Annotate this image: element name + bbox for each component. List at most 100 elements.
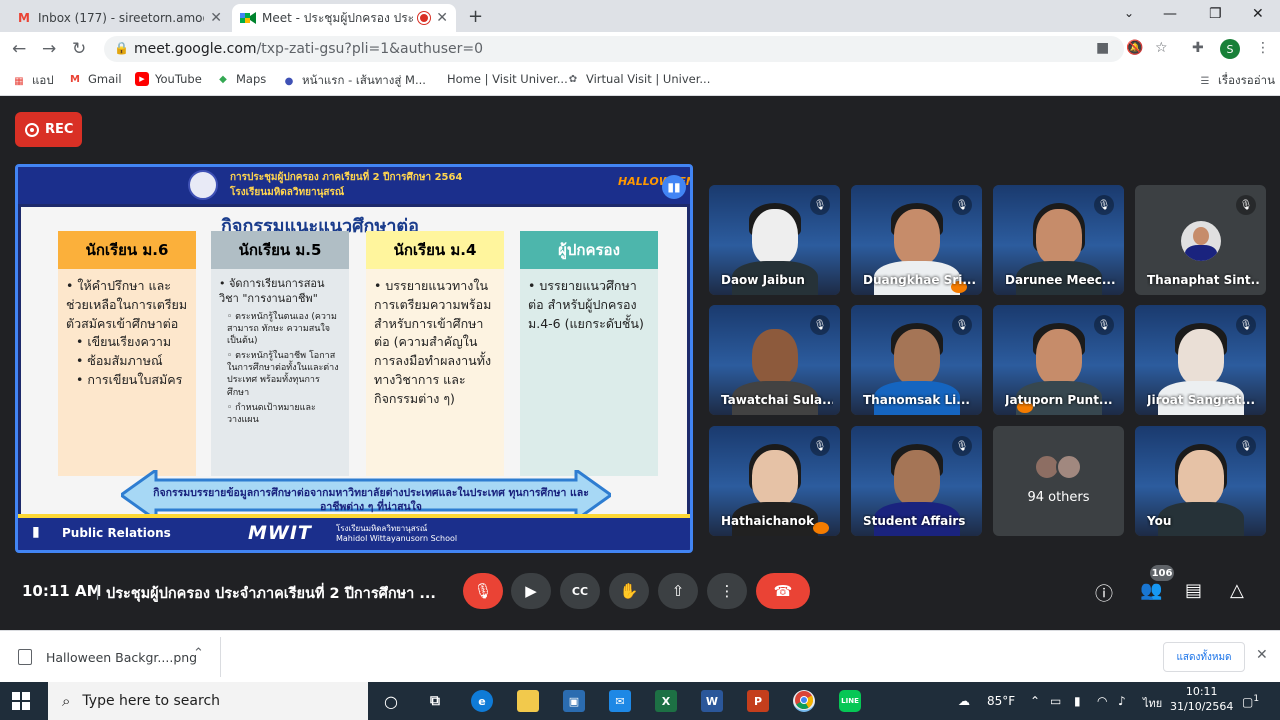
- chevron-up-icon[interactable]: ⌃: [1030, 694, 1040, 708]
- participant-tile[interactable]: 🎙 Darunee Meec...: [993, 185, 1124, 295]
- bullet: • การเขียนใบสมัคร: [76, 371, 183, 387]
- leave-call-button[interactable]: ☎: [756, 573, 810, 609]
- participant-tile[interactable]: 🎙 Daow Jaibun: [709, 185, 840, 295]
- restore-button[interactable]: ❐: [1209, 6, 1222, 22]
- weather-temp[interactable]: 85°F: [987, 694, 1015, 708]
- close-icon[interactable]: ✕: [1256, 647, 1268, 663]
- others-tile[interactable]: 94 others: [993, 426, 1124, 536]
- excel-icon[interactable]: X: [655, 690, 677, 712]
- bullet: • ให้คำปรึกษา และช่วยเหลือในการเตรียมตัว…: [66, 278, 188, 331]
- bookmark-visit-1[interactable]: Home | Visit Univer...: [447, 72, 568, 86]
- participant-tile[interactable]: 🎙 Thanaphat Sint...: [1135, 185, 1266, 295]
- taskbar-search[interactable]: ⌕ Type here to search: [48, 682, 368, 720]
- bookmark-label: หน้าแรก - เส้นทางสู่ M...: [302, 73, 426, 87]
- wifi-icon[interactable]: ◠: [1097, 694, 1107, 708]
- notification-icon[interactable]: ▢1: [1242, 694, 1259, 709]
- forward-button[interactable]: →: [42, 39, 56, 59]
- meeting-info-icon[interactable]: ⓘ: [1095, 580, 1113, 606]
- column-header: ผู้ปกครอง: [520, 231, 658, 269]
- bookmark-apps[interactable]: ▦ แอป: [12, 72, 53, 90]
- activities-icon[interactable]: △: [1230, 580, 1244, 601]
- task-view-icon[interactable]: ⧉: [424, 690, 446, 712]
- participant-name: Hathaichanok: [721, 514, 815, 528]
- menu-icon[interactable]: ⋮: [1256, 40, 1270, 56]
- meeting-clock: 10:11 AM: [22, 582, 102, 600]
- avatar: [893, 450, 940, 506]
- close-tab-icon[interactable]: ✕: [436, 10, 448, 26]
- column-body: • จัดการเรียนการสอนวิชา "การงานอาชีพ" ◦ …: [211, 269, 349, 476]
- chevron-up-icon[interactable]: ⌃: [193, 646, 204, 661]
- bookmark-visit-2[interactable]: ✿ Virtual Visit | Univer...: [566, 72, 711, 86]
- download-item[interactable]: Halloween Backgr....png: [18, 649, 197, 665]
- tab-search-icon[interactable]: ⌄: [1124, 6, 1134, 20]
- camera-indicator-icon[interactable]: ■: [1096, 40, 1109, 56]
- notifications-blocked-icon[interactable]: 🔕: [1126, 40, 1143, 56]
- chat-icon[interactable]: ▤: [1185, 580, 1202, 601]
- line-icon[interactable]: LINE: [839, 690, 861, 712]
- bullet: • เขียนเรียงความ: [76, 334, 172, 350]
- bookmark-maps[interactable]: ◆ Maps: [216, 72, 266, 86]
- youtube-icon: ▶: [135, 72, 149, 86]
- more-options-button[interactable]: ⋮: [707, 573, 747, 609]
- captions-button[interactable]: CC: [560, 573, 600, 609]
- profile-avatar[interactable]: S: [1220, 39, 1240, 59]
- speaking-indicator-icon: ▮▮: [662, 175, 686, 199]
- present-button[interactable]: ⇧: [658, 573, 698, 609]
- powerpoint-icon[interactable]: P: [747, 690, 769, 712]
- show-all-button[interactable]: แสดงทั้งหมด: [1163, 642, 1245, 672]
- raise-hand-button[interactable]: ✋: [609, 573, 649, 609]
- participant-tile[interactable]: 🎙 Duangkhae Sri...: [851, 185, 982, 295]
- bookmark-gmail[interactable]: M Gmail: [68, 72, 122, 86]
- word-icon[interactable]: W: [701, 690, 723, 712]
- mic-toggle-button[interactable]: 🎙: [463, 573, 503, 609]
- cortana-icon[interactable]: ○: [380, 690, 402, 712]
- address-bar[interactable]: 🔒 meet.google.com/txp-zati-gsu?pli=1&aut…: [104, 36, 1124, 62]
- new-tab-button[interactable]: +: [468, 6, 483, 27]
- recording-indicator[interactable]: REC: [15, 112, 82, 147]
- gmail-icon: M: [70, 73, 80, 85]
- file-explorer-icon[interactable]: [517, 690, 539, 712]
- back-button[interactable]: ←: [12, 39, 26, 59]
- site-icon: ●: [284, 75, 294, 87]
- close-tab-icon[interactable]: ✕: [210, 10, 222, 26]
- system-clock[interactable]: 10:11 31/10/2564: [1170, 685, 1233, 715]
- tab-meet[interactable]: Meet - ประชุมผู้ปกครอง ประจำภ ✕: [232, 4, 456, 32]
- bookmark-youtube[interactable]: ▶ YouTube: [135, 72, 202, 86]
- edge-icon[interactable]: e: [471, 690, 493, 712]
- input-language[interactable]: ไทย: [1143, 694, 1162, 712]
- windows-start-icon[interactable]: [12, 692, 30, 710]
- presentation-tile[interactable]: การประชุมผู้ปกครอง ภาคเรียนที่ 2 ปีการศึ…: [15, 164, 693, 553]
- participant-tile[interactable]: 🎙 Thanomsak Li...: [851, 305, 982, 415]
- mail-icon[interactable]: ✉: [609, 690, 631, 712]
- self-tile[interactable]: 🎙 You: [1135, 426, 1266, 536]
- footer-label: Public Relations: [62, 526, 171, 540]
- bookmark-mwit[interactable]: ● หน้าแรก - เส้นทางสู่ M...: [282, 72, 426, 90]
- volume-icon[interactable]: ♪: [1118, 694, 1126, 708]
- reload-button[interactable]: ↻: [72, 39, 86, 59]
- participant-tile[interactable]: 🎙 Jatuporn Punt...: [993, 305, 1124, 415]
- extensions-icon[interactable]: ✚: [1192, 40, 1204, 56]
- mic-off-icon: 🎙: [952, 436, 972, 456]
- bookmark-star-icon[interactable]: ☆: [1155, 40, 1168, 56]
- slide-footer: ▮ Public Relations MWIT โรงเรียนมหิดลวิท…: [18, 514, 690, 550]
- participant-tile[interactable]: 🎙 Hathaichanok: [709, 426, 840, 536]
- reading-list[interactable]: ☰ เรื่องรออ่าน: [1198, 72, 1275, 90]
- tab-title: Meet - ประชุมผู้ปกครอง ประจำภ: [262, 10, 415, 25]
- url-host: meet.google.com: [134, 41, 257, 57]
- window-close-button[interactable]: ✕: [1252, 6, 1264, 22]
- participant-name: Student Affairs: [863, 514, 966, 528]
- chrome-icon[interactable]: [793, 690, 815, 712]
- bullet: • ซ้อมสัมภาษณ์: [76, 353, 163, 368]
- camera-toggle-button[interactable]: ▶: [511, 573, 551, 609]
- microphone-icon[interactable]: ▮: [1074, 694, 1081, 708]
- people-icon[interactable]: 👥: [1140, 580, 1162, 601]
- weather-icon[interactable]: ☁: [958, 694, 970, 708]
- store-icon[interactable]: ▣: [563, 690, 585, 712]
- participant-tile[interactable]: 🎙 Jiroat Sangrat...: [1135, 305, 1266, 415]
- minimize-button[interactable]: —: [1163, 6, 1177, 22]
- participant-name: Duangkhae Sri...: [863, 273, 975, 287]
- tab-inbox[interactable]: M Inbox (177) - sireetorn.amo@mw ✕: [8, 4, 230, 32]
- participant-tile[interactable]: 🎙 Student Affairs: [851, 426, 982, 536]
- battery-icon[interactable]: ▭: [1050, 694, 1061, 708]
- participant-tile[interactable]: 🎙 Tawatchai Sula...: [709, 305, 840, 415]
